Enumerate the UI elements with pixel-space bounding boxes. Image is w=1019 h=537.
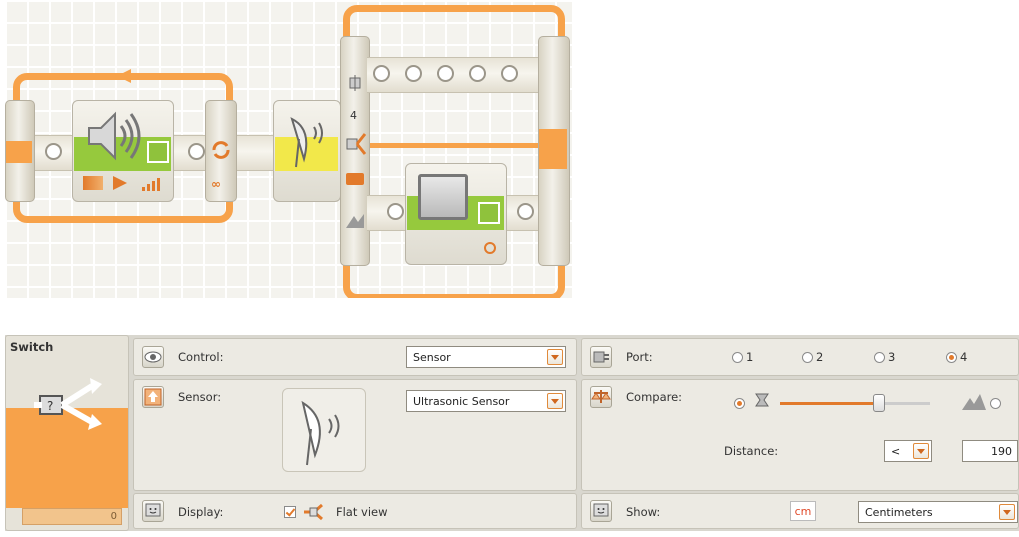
speaker-icon [88, 111, 141, 161]
display-icon [142, 500, 164, 522]
sensor-row: Sensor: Ultrasonic Sensor [133, 379, 577, 491]
counter-field: 0 [22, 508, 122, 525]
port-option-1: 1 [746, 350, 754, 364]
port-option-3: 3 [888, 350, 896, 364]
flat-view-checkbox[interactable] [284, 506, 296, 518]
play-icon [113, 176, 127, 190]
compare-near-radio[interactable] [734, 398, 745, 409]
sensor-value: Ultrasonic Sensor [413, 395, 510, 408]
display-block[interactable] [405, 163, 507, 265]
port-row: Port: 1 2 3 4 [581, 338, 1019, 376]
beam-peg [517, 203, 534, 220]
output-plug-icon [478, 202, 500, 224]
control-label: Control: [178, 350, 224, 364]
false-case-icon [346, 214, 364, 228]
ultrasonic-dish-icon [301, 400, 340, 466]
loop-arrows-icon [212, 141, 230, 159]
svg-text:?: ? [47, 399, 53, 413]
port-radio-4[interactable] [946, 352, 957, 363]
display-row: Display: Flat view [133, 493, 577, 529]
sensor-label: Sensor: [178, 390, 222, 404]
operator-value: < [891, 445, 901, 458]
control-dropdown[interactable]: Sensor [406, 346, 566, 368]
sensor-icon [142, 386, 164, 408]
flat-view-label: Flat view [336, 505, 388, 519]
sensor-dropdown[interactable]: Ultrasonic Sensor [406, 390, 566, 412]
beam-peg [501, 65, 518, 82]
switch-arrows-icon [346, 133, 367, 155]
distance-input[interactable]: 190 [962, 440, 1018, 462]
beam-peg [469, 65, 486, 82]
beam-peg [405, 65, 422, 82]
chevron-down-icon[interactable] [547, 349, 563, 365]
loop-end-post[interactable]: ∞ [205, 100, 237, 202]
chevron-down-icon[interactable] [999, 504, 1015, 520]
compare-label: Compare: [626, 390, 683, 404]
far-icon [962, 394, 986, 410]
chevron-down-icon[interactable] [547, 393, 563, 409]
switch-icon: ? [34, 378, 102, 430]
port-radio-3[interactable] [874, 352, 885, 363]
beam-peg [437, 65, 454, 82]
control-row: Control: Sensor [133, 338, 577, 376]
loop-start-post[interactable] [5, 100, 35, 202]
unit-badge: cm [790, 501, 816, 521]
display-label: Display: [178, 505, 224, 519]
smiley-icon [484, 242, 496, 254]
port-option-4: 4 [960, 350, 968, 364]
ultrasonic-dish-icon [290, 117, 323, 168]
true-case-beam [367, 57, 547, 93]
chevron-down-icon[interactable] [913, 443, 929, 459]
units-dropdown[interactable]: Centimeters [858, 501, 1018, 523]
show-icon [590, 500, 612, 522]
operator-dropdown[interactable]: < [884, 440, 932, 462]
switch-hub[interactable]: 4 [340, 36, 370, 266]
sound-block[interactable] [72, 100, 174, 202]
loop-direction-arrow [117, 69, 187, 83]
volume-bars-icon [142, 178, 160, 191]
display-screen-icon [418, 174, 468, 220]
compare-slider-track[interactable] [780, 394, 930, 412]
flat-view-icon [304, 503, 323, 521]
port-radio-2[interactable] [802, 352, 813, 363]
beam-peg [387, 203, 404, 220]
true-case-icon [349, 75, 361, 91]
distance-label: Distance: [724, 444, 779, 458]
control-value: Sensor [413, 351, 451, 364]
compare-far-radio[interactable] [990, 398, 1001, 409]
switch-end-post[interactable] [538, 36, 570, 266]
beam-peg [188, 143, 205, 160]
compare-row: Compare: Distance: < 190 [581, 379, 1019, 491]
ultrasonic-sensor-preview [282, 388, 366, 472]
units-value: Centimeters [865, 506, 933, 519]
port-icon [590, 346, 612, 368]
switch-divider [350, 143, 545, 148]
infinity-icon: ∞ [211, 177, 221, 191]
port-label: Port: [626, 350, 653, 364]
block-summary: Switch ? 0 [5, 335, 129, 531]
show-row: Show: cm Centimeters [581, 493, 1019, 529]
near-icon [755, 393, 769, 407]
program-canvas[interactable]: ∞ 4 [5, 0, 572, 298]
sensor-port-number: 4 [350, 109, 357, 122]
port-radio-1[interactable] [732, 352, 743, 363]
compare-slider-thumb[interactable] [873, 394, 885, 412]
output-plug-icon [147, 141, 169, 163]
show-label: Show: [626, 505, 661, 519]
sound-file-icon [83, 176, 103, 190]
port-option-2: 2 [816, 350, 824, 364]
ultrasonic-sensor-block[interactable] [273, 100, 341, 202]
block-name: Switch [10, 340, 54, 354]
beam-peg [45, 143, 62, 160]
eye-icon [142, 346, 164, 368]
beam-peg [373, 65, 390, 82]
scale-icon [590, 386, 612, 408]
data-hub-icon [346, 173, 364, 185]
settings-panel: Switch ? 0 Control: Sensor Sensor: Ultra… [5, 335, 1019, 531]
